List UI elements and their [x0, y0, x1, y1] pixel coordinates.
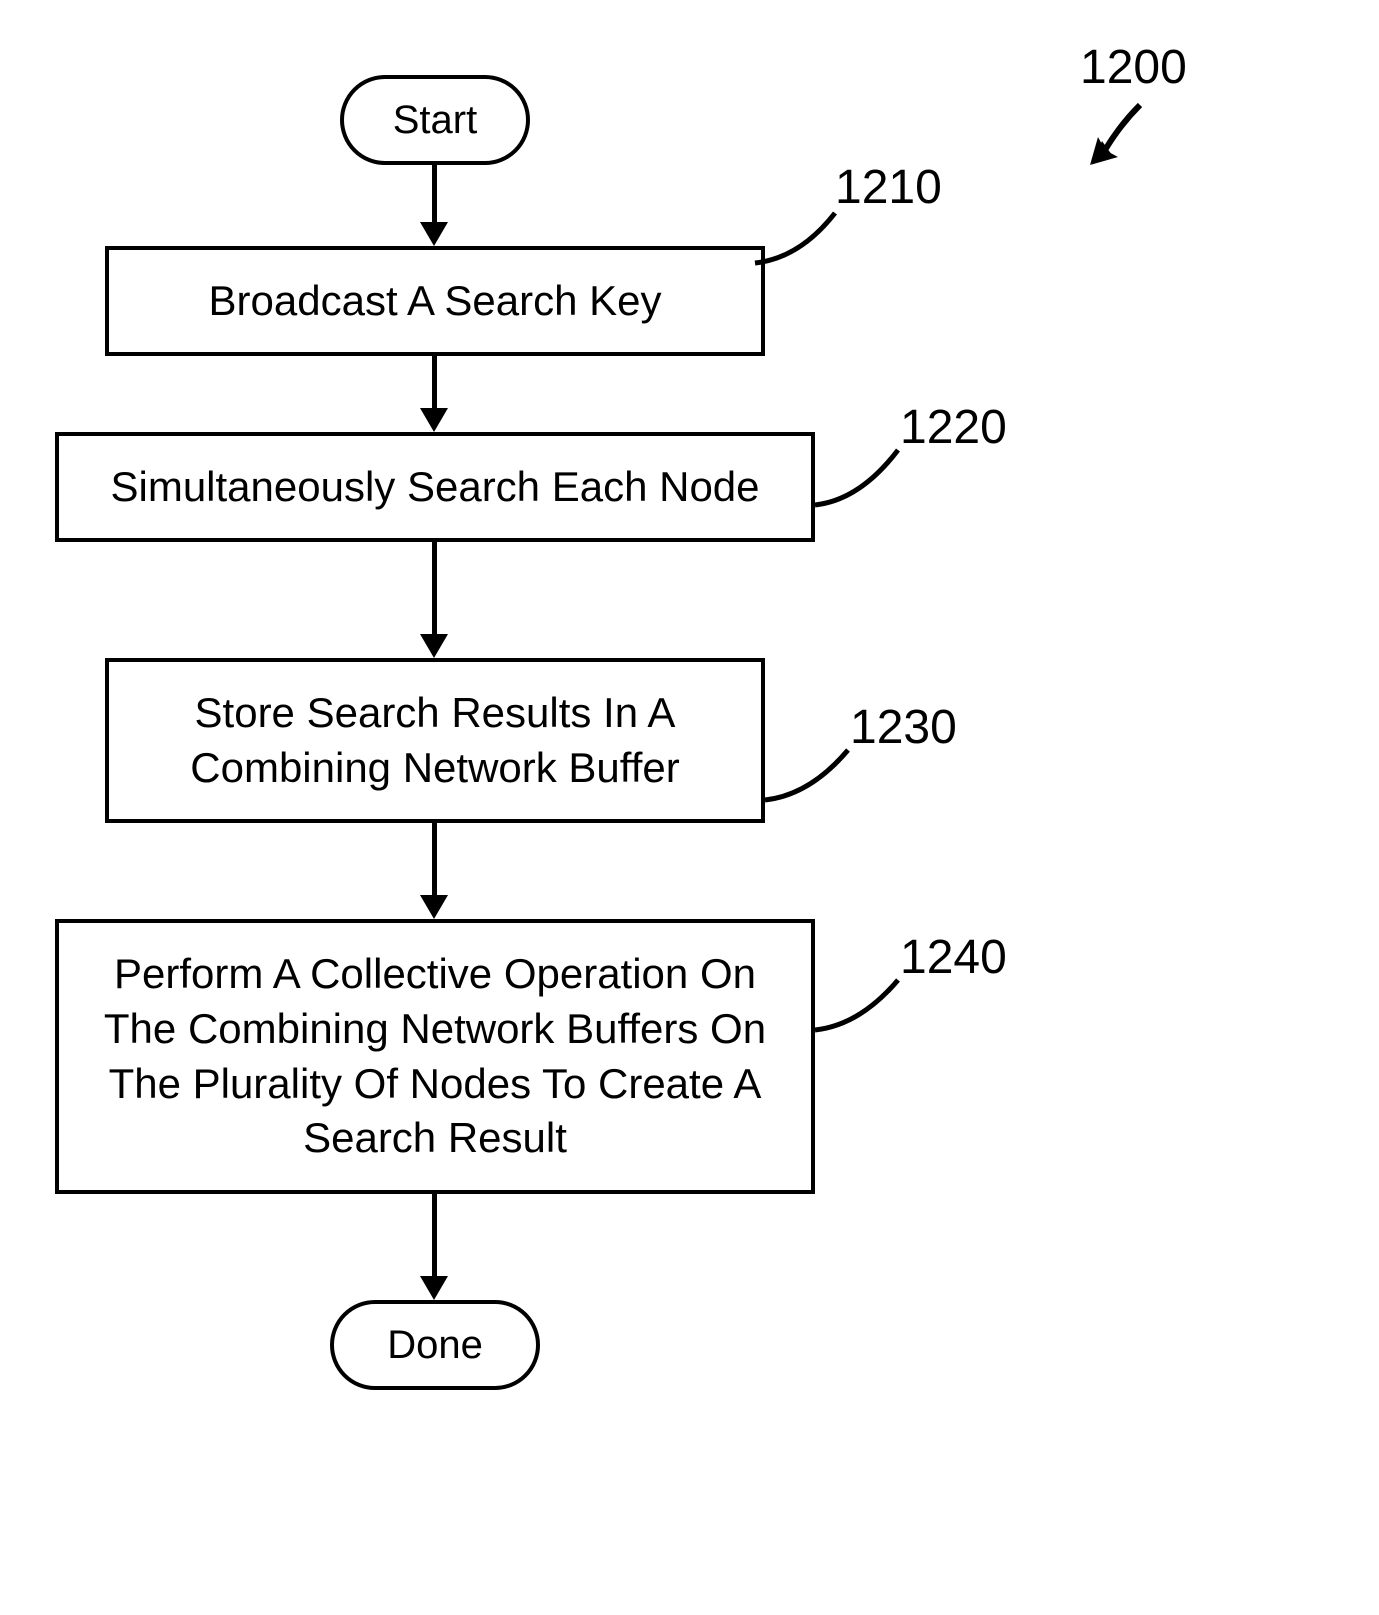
step-label-3: 1230: [850, 700, 957, 755]
arrow-line: [432, 823, 437, 898]
process-box-1: Broadcast A Search Key: [105, 246, 765, 356]
process-box-3: Store Search Results In A Combining Netw…: [105, 658, 765, 823]
figure-number-label: 1200: [1080, 40, 1187, 95]
callout-line-2: [810, 445, 910, 510]
arrow-head-icon: [420, 408, 448, 432]
arrow-line: [432, 1194, 437, 1279]
start-terminator: Start: [340, 75, 530, 165]
callout-line-1: [750, 208, 850, 268]
process-text-3: Store Search Results In A Combining Netw…: [129, 686, 741, 795]
arrow-head-icon: [420, 634, 448, 658]
done-label: Done: [387, 1323, 483, 1368]
step-label-4: 1240: [900, 930, 1007, 985]
process-text-4: Perform A Collective Operation On The Co…: [79, 947, 791, 1165]
step-label-1: 1210: [835, 160, 942, 215]
done-terminator: Done: [330, 1300, 540, 1390]
arrow-line: [432, 165, 437, 225]
arrow-head-icon: [420, 1276, 448, 1300]
arrow-line: [432, 356, 437, 411]
callout-line-3: [760, 745, 860, 805]
step-label-2: 1220: [900, 400, 1007, 455]
arrow-head-icon: [420, 222, 448, 246]
figure-pointer-icon: [1080, 95, 1160, 175]
start-label: Start: [393, 98, 477, 143]
callout-line-4: [810, 975, 910, 1035]
process-text-2: Simultaneously Search Each Node: [110, 460, 759, 515]
process-box-2: Simultaneously Search Each Node: [55, 432, 815, 542]
arrow-line: [432, 542, 437, 637]
process-text-1: Broadcast A Search Key: [209, 274, 662, 329]
process-box-4: Perform A Collective Operation On The Co…: [55, 919, 815, 1194]
arrow-head-icon: [420, 895, 448, 919]
